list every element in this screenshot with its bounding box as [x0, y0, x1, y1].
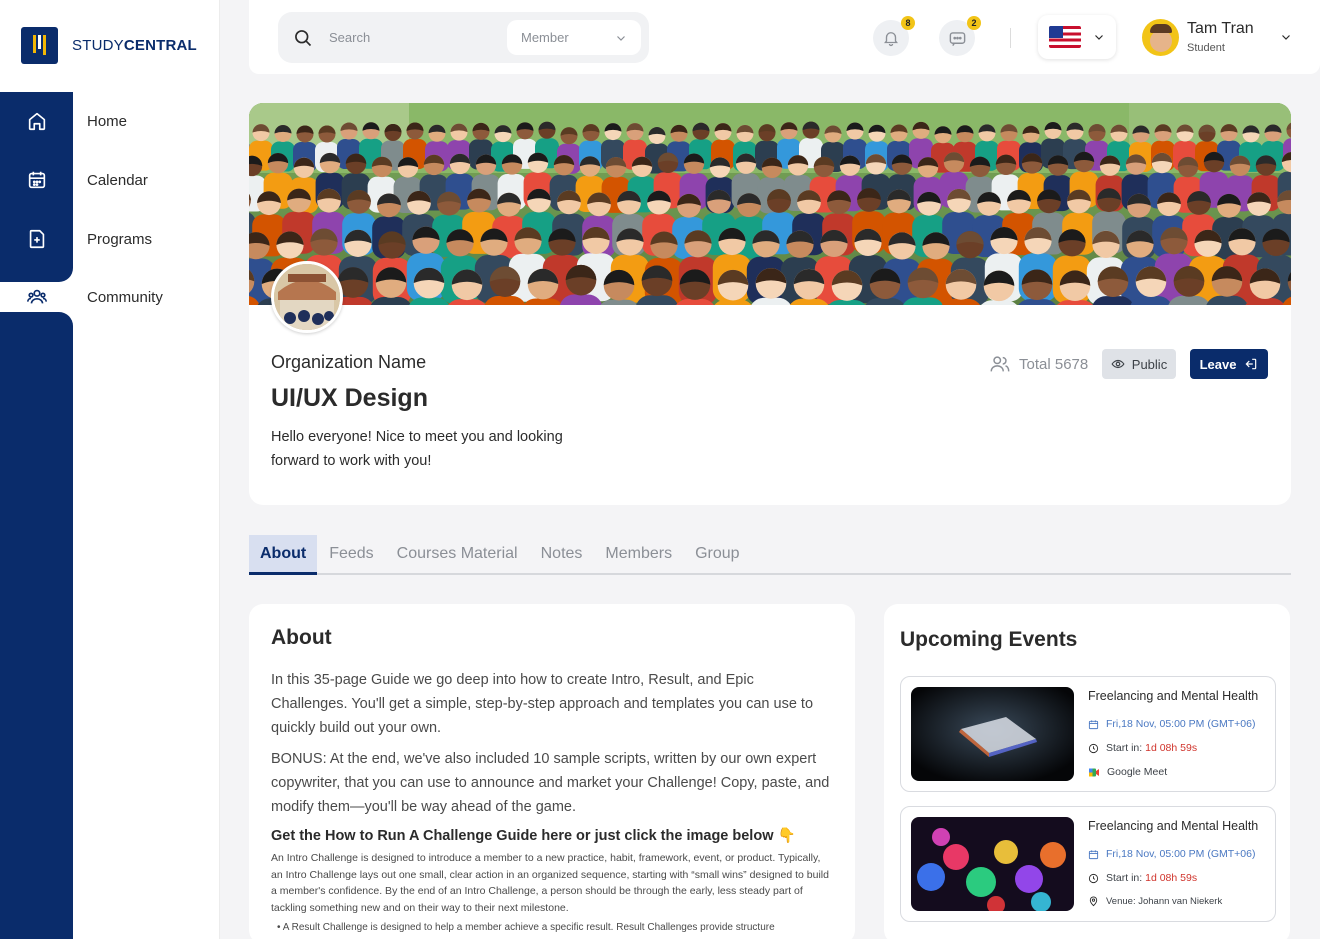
- leave-button[interactable]: Leave: [1190, 349, 1268, 379]
- member-total-label: Total 5678: [1019, 355, 1089, 373]
- eye-icon: [1111, 359, 1125, 369]
- sidebar-item-calendar[interactable]: Calendar: [0, 151, 220, 209]
- event-title: Freelancing and Mental Health: [1088, 689, 1259, 703]
- notifications-button[interactable]: 8: [873, 16, 915, 56]
- bell-icon: [884, 32, 898, 47]
- event-thumbnail: [911, 687, 1074, 781]
- group-profile-card: Organization Name UI/UX Design Hello eve…: [249, 103, 1291, 505]
- tab-about[interactable]: About: [249, 535, 318, 575]
- calendar-icon: [1088, 849, 1099, 859]
- tab-group[interactable]: Group: [684, 535, 750, 573]
- group-description: Hello everyone! Nice to meet you and loo…: [271, 429, 563, 469]
- group-tabs: About Feeds Courses Material Notes Membe…: [249, 535, 1291, 575]
- notifications-badge: 8: [901, 16, 915, 30]
- about-list-item: • A Result Challenge is designed to help…: [277, 922, 775, 933]
- avatar: [1142, 18, 1179, 56]
- google-meet-icon: [1089, 768, 1099, 776]
- event-countdown: Start in: 1d 08h 59s: [1088, 872, 1197, 884]
- search-filter-value: Member: [521, 30, 569, 45]
- chevron-down-icon: [617, 35, 625, 41]
- logout-icon: [1245, 358, 1257, 370]
- tab-notes[interactable]: Notes: [530, 535, 594, 573]
- messages-badge: 2: [967, 16, 981, 30]
- tab-courses-material[interactable]: Courses Material: [386, 535, 529, 573]
- event-date: Fri,18 Nov, 05:00 PM (GMT+06): [1088, 718, 1255, 730]
- sidebar: STUDYCENTRAL Home Calendar Programs Comm…: [0, 0, 220, 939]
- visibility-button[interactable]: Public: [1102, 349, 1176, 379]
- clock-icon: [1088, 743, 1099, 753]
- brand-logo-icon: [21, 26, 58, 64]
- home-icon: [0, 110, 73, 132]
- tab-feeds[interactable]: Feeds: [318, 535, 384, 573]
- event-location: Google Meet: [1088, 766, 1167, 778]
- event-thumbnail: [911, 817, 1074, 911]
- language-select[interactable]: [1038, 15, 1116, 59]
- search-input[interactable]: Search: [329, 30, 370, 45]
- about-paragraph: An Intro Challenge is designed to introd…: [271, 852, 829, 914]
- about-paragraph: In this 35-page Guide we go deep into ho…: [271, 672, 814, 736]
- calendar-icon: [1088, 719, 1099, 729]
- divider: [1010, 28, 1011, 48]
- cover-image: [249, 103, 1291, 305]
- messages-button[interactable]: 2: [939, 16, 981, 56]
- sidebar-item-home[interactable]: Home: [0, 92, 220, 150]
- search-bar[interactable]: Search Member: [278, 12, 649, 63]
- us-flag-icon: [1049, 26, 1081, 48]
- sidebar-item-community[interactable]: Community: [0, 268, 220, 326]
- group-title: UI/UX Design: [271, 384, 428, 412]
- location-pin-icon: [1089, 896, 1098, 907]
- about-heading: About: [271, 626, 332, 649]
- visibility-label: Public: [1131, 356, 1168, 372]
- organization-avatar: [271, 261, 343, 333]
- programs-icon: [0, 228, 73, 250]
- sidebar-item-programs[interactable]: Programs: [0, 210, 220, 268]
- search-icon: [295, 29, 312, 46]
- user-name: Tam Tran: [1187, 20, 1254, 37]
- chevron-down-icon: [1095, 35, 1103, 40]
- event-card[interactable]: Freelancing and Mental Health Fri,18 Nov…: [900, 806, 1276, 922]
- top-bar: Search Member 8 2 Tam Tran Student: [249, 0, 1320, 74]
- event-location: Venue: Johann van Niekerk: [1088, 896, 1222, 907]
- about-paragraph: BONUS: At the end, we've also included 1…: [271, 751, 830, 815]
- search-filter-select[interactable]: Member: [507, 20, 641, 55]
- brand-name: STUDYCENTRAL: [72, 36, 197, 54]
- leave-label: Leave: [1199, 356, 1237, 372]
- event-countdown: Start in: 1d 08h 59s: [1088, 742, 1197, 754]
- event-card[interactable]: Freelancing and Mental Health Fri,18 Nov…: [900, 676, 1276, 792]
- about-card: About In this 35-page Guide we go deep i…: [249, 604, 855, 939]
- calendar-icon: [0, 169, 73, 191]
- upcoming-events-card: Upcoming Events Freelancing and Mental H…: [884, 604, 1290, 939]
- user-role: Student: [1187, 42, 1225, 54]
- brand[interactable]: STUDYCENTRAL: [0, 0, 219, 90]
- sidebar-item-label: Programs: [87, 230, 153, 248]
- community-icon: [0, 286, 73, 308]
- clock-icon: [1088, 873, 1099, 883]
- users-icon: [990, 356, 1010, 372]
- event-date: Fri,18 Nov, 05:00 PM (GMT+06): [1088, 848, 1255, 860]
- user-menu[interactable]: Tam Tran Student: [1142, 17, 1292, 57]
- member-total: Total 5678: [989, 353, 1088, 375]
- sidebar-item-label: Home: [87, 112, 128, 130]
- about-guide-link[interactable]: Get the How to Run A Challenge Guide her…: [271, 827, 833, 844]
- events-heading: Upcoming Events: [900, 628, 1078, 651]
- chevron-down-icon: [1281, 35, 1290, 40]
- chat-icon: [949, 31, 965, 46]
- sidebar-item-label: Calendar: [87, 171, 148, 189]
- tab-members[interactable]: Members: [594, 535, 683, 573]
- sidebar-item-label: Community: [87, 288, 163, 306]
- organization-name: Organization Name: [271, 352, 427, 372]
- event-title: Freelancing and Mental Health: [1088, 819, 1259, 833]
